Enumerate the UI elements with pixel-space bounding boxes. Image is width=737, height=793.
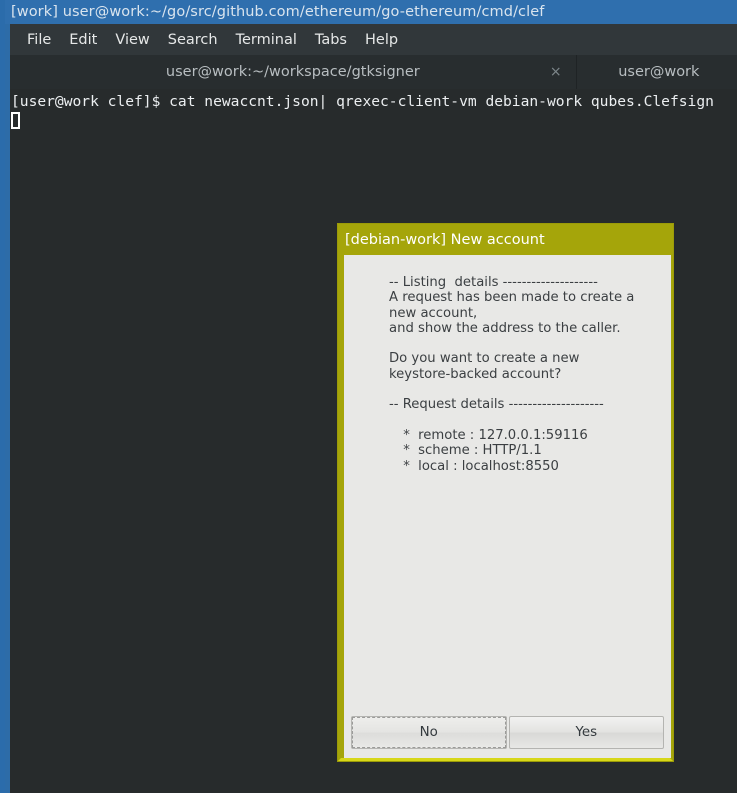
menu-item-edit[interactable]: Edit bbox=[60, 30, 106, 50]
message-line-local: * local : localhost:8550 bbox=[389, 459, 659, 474]
yes-button-label: Yes bbox=[510, 717, 664, 748]
menu-item-terminal[interactable]: Terminal bbox=[227, 30, 306, 50]
message-line: A request has been made to create a bbox=[389, 290, 659, 305]
message-line-question: keystore-backed account? bbox=[389, 367, 659, 382]
menu-bar: File Edit View Search Terminal Tabs Help bbox=[10, 24, 737, 55]
menu-item-view[interactable]: View bbox=[106, 30, 158, 50]
message-spacer bbox=[389, 413, 659, 428]
tab-bar: user@work:~/workspace/gtksigner × user@w… bbox=[10, 55, 737, 89]
no-button-label: No bbox=[352, 717, 506, 748]
clef-new-account-dialog: [debian-work] New account -- Listing det… bbox=[338, 224, 673, 761]
dialog-title: [debian-work] New account bbox=[345, 232, 545, 248]
terminal-cursor bbox=[11, 112, 20, 129]
no-button[interactable]: No bbox=[351, 716, 507, 749]
message-line: and show the address to the caller. bbox=[389, 321, 659, 336]
window-titlebar[interactable]: [work] user@work:~/go/src/github.com/eth… bbox=[5, 0, 737, 24]
window-title: [work] user@work:~/go/src/github.com/eth… bbox=[5, 4, 544, 20]
message-line-remote: * remote : 127.0.0.1:59116 bbox=[389, 428, 659, 443]
menu-item-help[interactable]: Help bbox=[356, 30, 407, 50]
close-icon[interactable]: × bbox=[550, 65, 562, 79]
dialog-button-area: No Yes bbox=[344, 714, 671, 758]
menu-item-file[interactable]: File bbox=[18, 30, 60, 50]
menu-item-search[interactable]: Search bbox=[159, 30, 227, 50]
message-line-request-header: -- Request details -------------------- bbox=[389, 397, 659, 412]
dialog-message: -- Listing details -------------------- … bbox=[344, 255, 671, 714]
terminal-window: [work] user@work:~/go/src/github.com/eth… bbox=[0, 0, 737, 793]
dialog-titlebar[interactable]: [debian-work] New account bbox=[341, 227, 670, 252]
menu-item-tabs[interactable]: Tabs bbox=[306, 30, 356, 50]
yes-button[interactable]: Yes bbox=[509, 716, 665, 749]
message-line: new account, bbox=[389, 306, 659, 321]
tab-gtksigner[interactable]: user@work:~/workspace/gtksigner × bbox=[10, 55, 577, 89]
tab-label: user@work:~/workspace/gtksigner bbox=[166, 64, 420, 80]
message-spacer bbox=[389, 382, 659, 397]
message-line-scheme: * scheme : HTTP/1.1 bbox=[389, 443, 659, 458]
message-spacer bbox=[389, 336, 659, 351]
tab-label: user@work bbox=[618, 64, 699, 80]
terminal-line: [user@work clef]$ cat newaccnt.json| qre… bbox=[10, 89, 737, 111]
dialog-content: -- Listing details -------------------- … bbox=[344, 255, 671, 758]
tab-clef[interactable]: user@work bbox=[577, 55, 737, 89]
message-line-question: Do you want to create a new bbox=[389, 351, 659, 366]
message-line-listing-header: -- Listing details -------------------- bbox=[389, 275, 659, 290]
